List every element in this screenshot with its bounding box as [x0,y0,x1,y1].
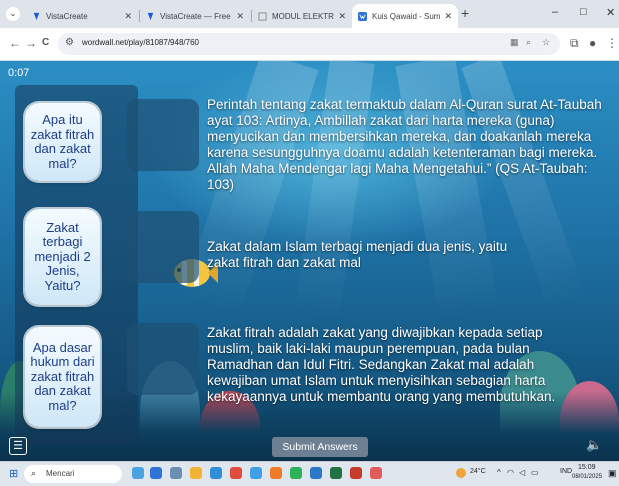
volume-icon[interactable]: ◁ [519,468,525,477]
wordwall-game-area: 0:07 Apa itu zakat fitrah dan zakat mal?… [0,61,619,461]
question-card[interactable]: Apa itu zakat fitrah dan zakat mal? [25,103,100,181]
edge-icon[interactable] [210,467,222,479]
tab-title: MODUL ELEKTRONIK [272,11,334,21]
url-text: wordwall.net/play/81087/948/760 [82,38,199,47]
maximize-button[interactable]: □ [580,6,587,18]
close-icon[interactable]: ✕ [444,11,452,22]
site-info-icon[interactable]: ⚙ [65,37,74,48]
browser-tab-strip: ⌄ VistaCreate ✕ VistaCreate — Free Graph… [0,0,619,28]
drop-slot[interactable] [127,323,199,395]
network-icon[interactable]: ◠ [507,468,514,477]
app-icon[interactable] [370,467,382,479]
page-favicon-icon [258,11,267,21]
question-card[interactable]: Zakat terbagi menjadi 2 Jenis, Yaitu? [25,209,100,305]
search-placeholder: Mencari [46,469,75,478]
browser-toolbar: ← → C ⚙ wordwall.net/play/81087/948/760 … [0,28,619,61]
chrome-icon[interactable] [230,467,242,479]
submit-answers-button[interactable]: Submit Answers [272,437,368,457]
windows-taskbar: ⊞ ⌕ Mencari 24°C ^ ◠ ◁ ▭ IND 15:09 08/01… [0,461,619,486]
search-icon: ⌕ [31,468,37,478]
widgets-icon[interactable] [132,467,144,479]
close-window-button[interactable]: ✕ [606,6,615,19]
zoom-icon[interactable]: ⌕ [526,37,531,48]
reload-button[interactable]: C [42,37,49,48]
timer-display: 0:07 [8,67,30,79]
drop-slot[interactable] [127,211,199,283]
tab-kuis-qawaid[interactable]: Kuis Qawaid - Sumber pengaj ✕ [352,4,458,28]
back-button[interactable]: ← [9,36,21,50]
tab-search-icon[interactable]: ⌄ [6,7,20,21]
new-tab-button[interactable]: + [461,5,469,21]
app-icon[interactable] [290,467,302,479]
language-indicator[interactable]: IND [560,468,572,475]
app-icon[interactable] [150,467,162,479]
windows-start-icon[interactable]: ⊞ [9,467,18,480]
profile-avatar-icon[interactable]: ● [589,36,596,50]
weather-temp[interactable]: 24°C [470,468,486,475]
extensions-icon[interactable]: ⧉ [570,36,579,51]
address-bar[interactable]: ⚙ wordwall.net/play/81087/948/760 ▦ ⌕ ☆ [58,33,560,55]
vistacreate-favicon-icon [147,12,154,20]
minimize-button[interactable]: – [552,6,558,18]
tab-title: VistaCreate — Free Graphic De [160,11,232,21]
tab-title: VistaCreate [46,11,88,21]
weather-icon[interactable] [456,468,466,478]
answer-text[interactable]: Zakat dalam Islam terbagi menjadi dua je… [207,239,537,271]
file-explorer-icon[interactable] [190,467,202,479]
tab-title: Kuis Qawaid - Sumber pengaj [372,11,441,21]
excel-icon[interactable] [330,467,342,479]
more-menu-icon[interactable]: ⋮ [606,36,618,50]
close-icon[interactable]: ✕ [338,11,346,22]
vistacreate-favicon-icon [33,12,40,20]
clock-time[interactable]: 15:09 [578,464,596,471]
forward-button[interactable]: → [25,36,37,50]
bookmark-star-icon[interactable]: ☆ [542,37,550,48]
menu-icon[interactable]: ☰ [9,437,27,455]
tray-overflow-icon[interactable]: ^ [497,468,501,477]
answer-text[interactable]: Perintah tentang zakat termaktub dalam A… [207,97,617,193]
answer-text[interactable]: Zakat fitrah adalah zakat yang diwajibka… [207,325,577,405]
tab-modul-elektronik[interactable]: MODUL ELEKTRONIK ✕ [252,4,352,28]
close-icon[interactable]: ✕ [124,11,132,22]
clock-date[interactable]: 08/01/2025 [572,474,602,480]
powerpoint-icon[interactable] [350,467,362,479]
battery-icon[interactable]: ▭ [531,468,539,477]
question-card[interactable]: Apa dasar hukum dari zakat fitrah dan za… [25,327,100,427]
drop-slot[interactable] [127,99,199,171]
notification-icon[interactable]: ▣ [608,468,617,479]
taskbar-search[interactable]: ⌕ Mencari [24,465,122,483]
tab-vistacreate[interactable]: VistaCreate ✕ [26,4,138,28]
store-icon[interactable] [250,467,262,479]
close-icon[interactable]: ✕ [236,11,244,22]
word-icon[interactable] [310,467,322,479]
wordwall-favicon-icon [358,11,367,21]
translate-icon[interactable]: ▦ [510,37,519,48]
tab-vistacreate-graphic[interactable]: VistaCreate — Free Graphic De ✕ [140,4,250,28]
task-view-icon[interactable] [170,467,182,479]
speaker-icon[interactable]: 🔈 [586,437,602,453]
app-icon[interactable] [270,467,282,479]
